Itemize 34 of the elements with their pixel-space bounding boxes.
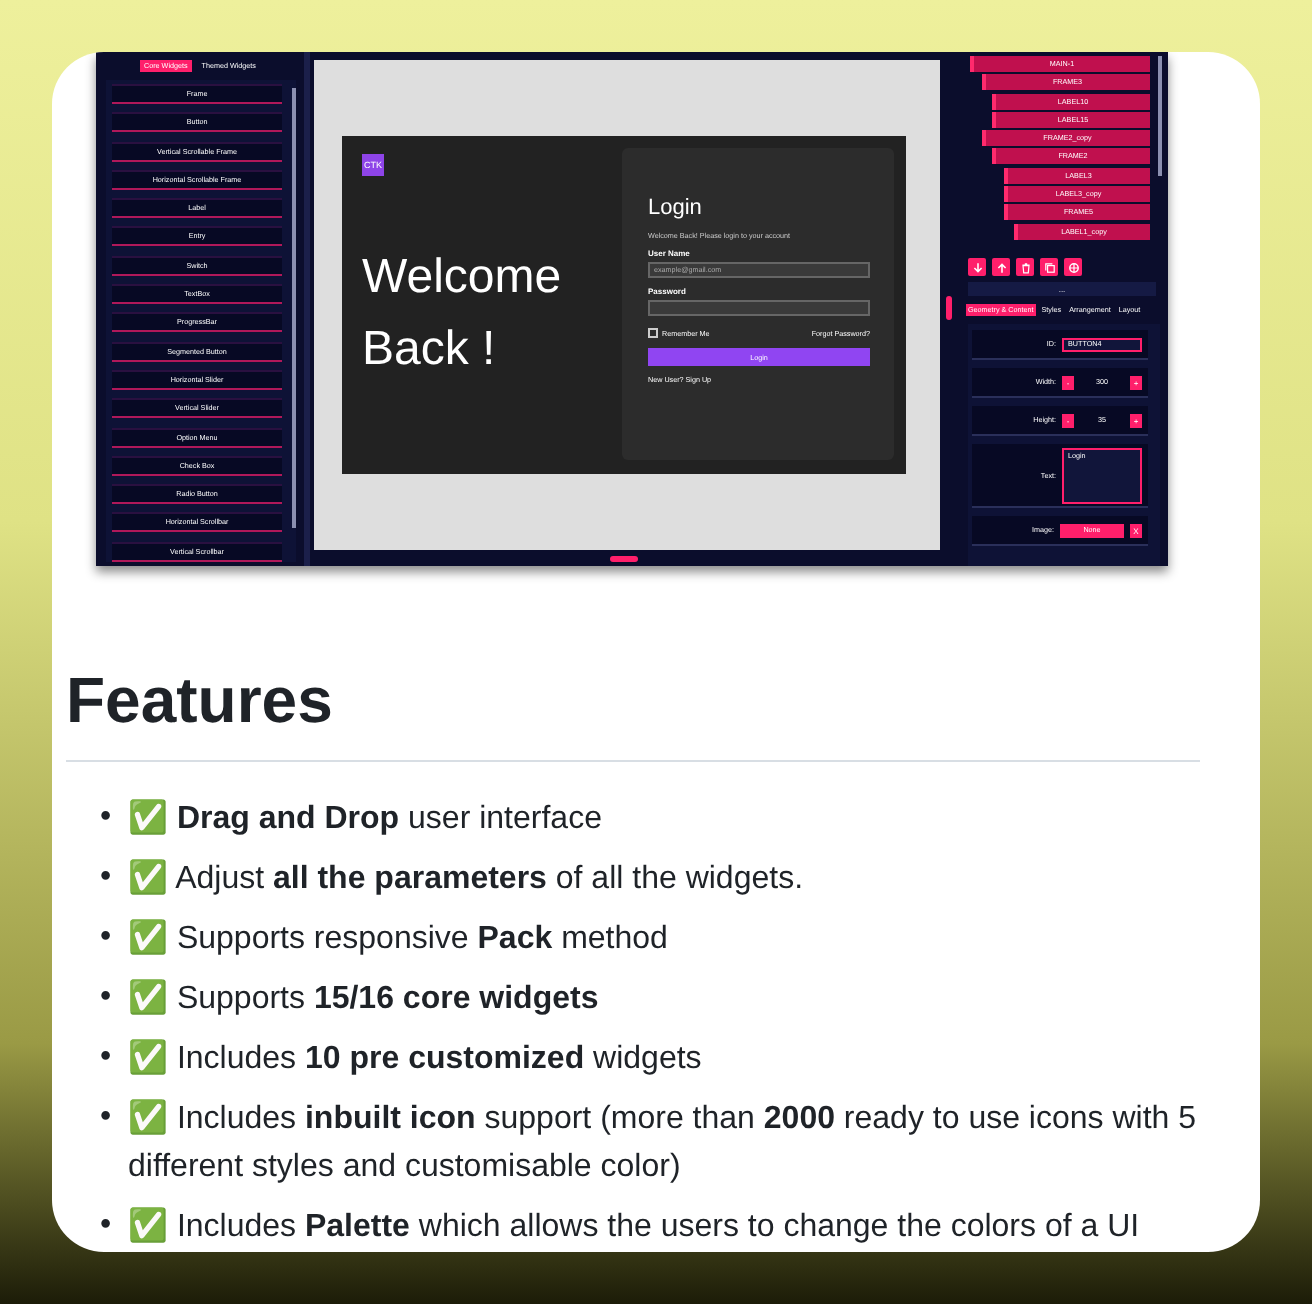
bullet: • — [100, 978, 114, 1018]
move-up-button[interactable] — [992, 258, 1010, 276]
bullet: • — [100, 858, 114, 898]
feature-item: ✅ Includes inbuilt icon support (more than 2000 ready to use icons with 5 different styles and customisable color) — [128, 1097, 1199, 1188]
scrollbar-handle[interactable] — [946, 296, 952, 320]
checkbox[interactable] — [648, 328, 658, 338]
bullet: • — [100, 798, 114, 838]
trash-icon — [1019, 261, 1031, 273]
duplicate-button[interactable] — [1040, 258, 1058, 276]
feature-item: ✅ Includes 10 pre customized widgets — [128, 1037, 702, 1080]
settings-button[interactable] — [1064, 258, 1082, 276]
bullet: • — [100, 1038, 114, 1078]
feature-item: ✅ Adjust all the parameters of all the widgets. — [128, 857, 804, 900]
scrollbar[interactable] — [1158, 56, 1162, 176]
move-down-button[interactable] — [968, 258, 986, 276]
bullet: • — [100, 1098, 114, 1138]
copy-icon — [1043, 261, 1055, 273]
bullet: • — [100, 1206, 114, 1246]
login-title: Login — [648, 196, 704, 222]
scrollbar-handle[interactable] — [610, 556, 638, 562]
welcome-text: Back ! — [362, 320, 498, 380]
delete-button[interactable] — [1016, 258, 1034, 276]
feature-item: ✅ Supports 15/16 core widgets — [128, 977, 599, 1020]
scrollbar[interactable] — [292, 88, 296, 528]
arrow-down-icon — [971, 261, 983, 273]
feature-item: ✅ Supports responsive Pack method — [128, 917, 668, 960]
bullet: • — [100, 918, 114, 958]
welcome-text: Welcome — [362, 248, 564, 308]
section-heading: Features — [66, 660, 1200, 762]
feature-item: ✅ Includes Palette which allows the users to change the colors of a UI — [128, 1205, 1140, 1248]
password-field[interactable] — [648, 300, 870, 316]
arrow-up-icon — [995, 261, 1007, 273]
feature-item: ✅ Drag and Drop user interface — [128, 797, 602, 840]
settings-icon — [1067, 261, 1079, 273]
